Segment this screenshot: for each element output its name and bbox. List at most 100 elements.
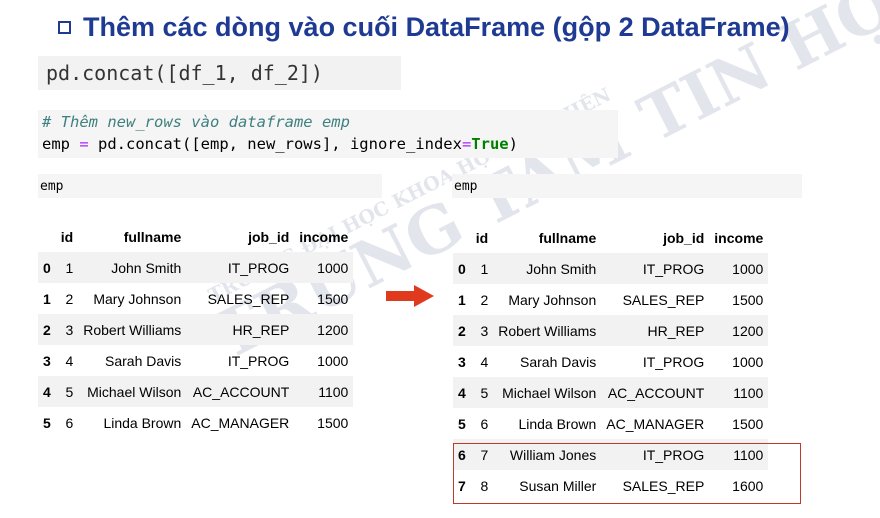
table-cell: John Smith [526, 260, 597, 277]
code-line-c: ) [508, 135, 518, 153]
table-cell: 6 [480, 415, 489, 432]
column-header: fullname [538, 230, 597, 246]
row-index-cell: 5 [43, 414, 51, 431]
table-cell: IT_PROG [642, 260, 705, 277]
table-cell: 5 [65, 383, 74, 400]
table-cell: 1200 [732, 322, 764, 339]
table-cell: AC_MANAGER [606, 415, 705, 432]
column-header: income [714, 230, 764, 246]
table-cell: 3 [480, 322, 489, 339]
table-cell: 2 [65, 290, 74, 307]
table-row: 2 3 Robert Williams HR_REP 1200 [38, 314, 354, 345]
row-index-cell: 0 [458, 260, 466, 277]
column-header: fullname [123, 229, 182, 245]
table-row: 1 2 Mary Johnson SALES_REP 1500 [38, 283, 353, 314]
table-cell: Mary Johnson [93, 290, 182, 307]
code-eq: = [79, 135, 89, 153]
left-dataframe-table: id fullname job_id income 0 1 John Smith IT… [38, 222, 354, 438]
table-cell: 1000 [732, 260, 764, 277]
row-index-cell: 3 [458, 353, 466, 370]
table-row: 0 1 John Smith IT_PROG 1000 [453, 253, 769, 284]
table-header-row: id fullname job_id income [453, 223, 768, 253]
row-index-cell: 4 [43, 383, 51, 400]
table-cell: Sarah Davis [105, 352, 182, 369]
table-cell: 1000 [317, 259, 349, 276]
column-header [453, 223, 471, 253]
row-index-cell: 1 [458, 291, 466, 308]
table-cell: 1200 [317, 321, 349, 338]
table-cell: 1500 [732, 291, 764, 308]
table-cell: Linda Brown [518, 415, 597, 432]
table-cell: 3 [65, 321, 74, 338]
new-rows-highlight [453, 443, 801, 504]
table-header-row: id fullname job_id income [38, 222, 353, 252]
table-row: 5 6 Linda Brown AC_MANAGER 1500 [453, 408, 768, 439]
code-cell: # Thêm new_rows vào dataframe emp emp = … [38, 110, 618, 158]
table-cell: 1500 [317, 290, 349, 307]
code-true: True [471, 135, 509, 153]
column-header: id [60, 229, 74, 245]
table-row: 3 4 Sarah Davis IT_PROG 1000 [453, 346, 768, 377]
slide-title: Thêm các dòng vào cuối DataFrame (gộp 2 … [58, 10, 790, 44]
table-cell: AC_MANAGER [191, 414, 290, 431]
syntax-box: pd.concat([df_1, df_2]) [38, 56, 401, 90]
table-cell: 1000 [732, 353, 764, 370]
table-cell: Michael Wilson [87, 383, 182, 400]
table-cell: 5 [480, 384, 489, 401]
row-index-cell: 1 [43, 290, 51, 307]
arrow-right-icon [386, 285, 434, 307]
table-cell: AC_ACCOUNT [607, 384, 705, 401]
square-bullet-icon [58, 20, 71, 34]
table-row: 5 6 Linda Brown AC_MANAGER 1500 [38, 407, 353, 438]
table-cell: 1100 [318, 383, 349, 400]
row-index-cell: 4 [458, 384, 466, 401]
table-row: 4 5 Michael Wilson AC_ACCOUNT 1100 [453, 377, 769, 408]
table-cell: Sarah Davis [520, 353, 597, 370]
code-line-b: pd.concat([emp, new_rows], ignore_index [88, 135, 462, 153]
column-header: job_id [248, 229, 290, 245]
table-cell: Linda Brown [103, 414, 182, 431]
table-cell: Robert Williams [498, 322, 597, 339]
right-output-label: emp [452, 174, 802, 198]
table-cell: 4 [65, 352, 74, 369]
table-cell: 1500 [317, 414, 349, 431]
table-cell: 1 [480, 260, 489, 277]
table-cell: AC_ACCOUNT [192, 383, 290, 400]
table-row: 1 2 Mary Johnson SALES_REP 1500 [453, 284, 768, 315]
table-cell: IT_PROG [227, 352, 290, 369]
table-row: 0 1 John Smith IT_PROG 1000 [38, 252, 354, 283]
slide-title-text: Thêm các dòng vào cuối DataFrame (gộp 2 … [83, 11, 790, 42]
column-header: id [475, 230, 489, 246]
table-cell: Robert Williams [83, 321, 182, 338]
table-row: 2 3 Robert Williams HR_REP 1200 [453, 315, 769, 346]
table-cell: IT_PROG [227, 259, 290, 276]
row-index-cell: 3 [43, 352, 51, 369]
table-cell: Mary Johnson [508, 291, 597, 308]
code-eq2: = [461, 135, 472, 153]
table-row: 4 5 Michael Wilson AC_ACCOUNT 1100 [38, 376, 354, 407]
code-comment: # Thêm new_rows vào dataframe emp [42, 113, 350, 131]
table-cell: John Smith [111, 259, 182, 276]
table-cell: SALES_REP [622, 291, 705, 308]
table-cell: 1100 [733, 384, 764, 401]
table-cell: SALES_REP [207, 290, 290, 307]
table-cell: HR_REP [647, 322, 705, 339]
code-line-a: emp [42, 135, 80, 153]
table-cell: 2 [480, 291, 489, 308]
column-header [38, 222, 56, 252]
row-index-cell: 2 [43, 321, 51, 338]
table-cell: 1500 [732, 415, 764, 432]
left-output-label: emp [38, 174, 382, 198]
table-cell: 6 [65, 414, 74, 431]
table-cell: HR_REP [232, 321, 290, 338]
column-header: income [299, 229, 349, 245]
row-index-cell: 5 [458, 415, 466, 432]
table-cell: 4 [480, 353, 489, 370]
table-cell: Michael Wilson [502, 384, 597, 401]
column-header: job_id [663, 230, 705, 246]
table-row: 3 4 Sarah Davis IT_PROG 1000 [38, 345, 353, 376]
row-index-cell: 2 [458, 322, 466, 339]
row-index-cell: 0 [43, 259, 51, 276]
table-cell: 1000 [317, 352, 349, 369]
table-cell: IT_PROG [642, 353, 705, 370]
